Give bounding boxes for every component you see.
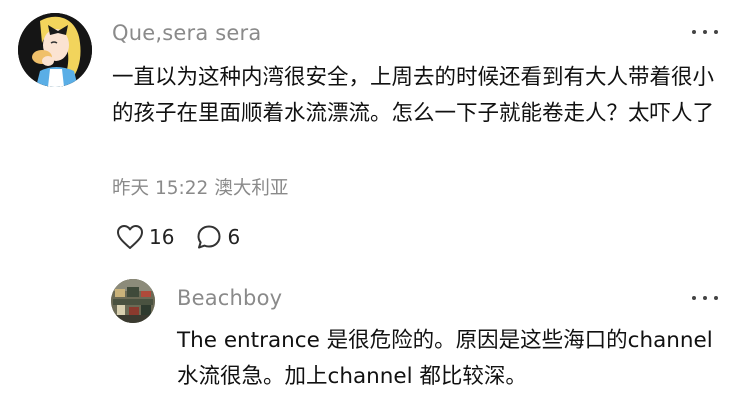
- comment-thread: Que,sera sera 一直以为这种内湾很安全，上周去的时候还看到有大人带着…: [0, 0, 746, 400]
- reply-more-menu[interactable]: [692, 290, 718, 306]
- reply-button[interactable]: 6: [196, 224, 240, 250]
- comment-meta: 昨天 15:22 澳大利亚: [112, 178, 294, 199]
- comment-location: 澳大利亚: [214, 178, 289, 199]
- avatar-illustration: [18, 13, 92, 87]
- reply-username[interactable]: Beachboy: [177, 288, 282, 309]
- heart-outline-icon: [117, 225, 143, 249]
- comment-actions: 16 6: [116, 221, 262, 253]
- ellipsis-icon: [692, 30, 696, 34]
- reply-avatar[interactable]: [111, 279, 155, 323]
- comment-username[interactable]: Que,sera sera: [112, 23, 261, 44]
- like-count: 16: [149, 225, 175, 249]
- reply-text: The entrance 是很危险的。原因是这些海口的channel 水流很急。…: [177, 328, 713, 389]
- reply-count: 6: [227, 225, 241, 249]
- avatar[interactable]: [18, 13, 92, 87]
- comment-time: 15:22: [155, 178, 209, 199]
- speech-bubble-icon: [197, 225, 221, 249]
- avatar-photo: [111, 279, 155, 323]
- comment-more-menu[interactable]: [692, 24, 718, 40]
- like-button[interactable]: 16: [116, 224, 174, 250]
- ellipsis-icon: [692, 296, 696, 300]
- comment-date: 昨天: [112, 178, 150, 199]
- comment-text: 一直以为这种内湾很安全，上周去的时候还看到有大人带着很小的孩子在里面顺着水流漂流…: [112, 65, 715, 126]
